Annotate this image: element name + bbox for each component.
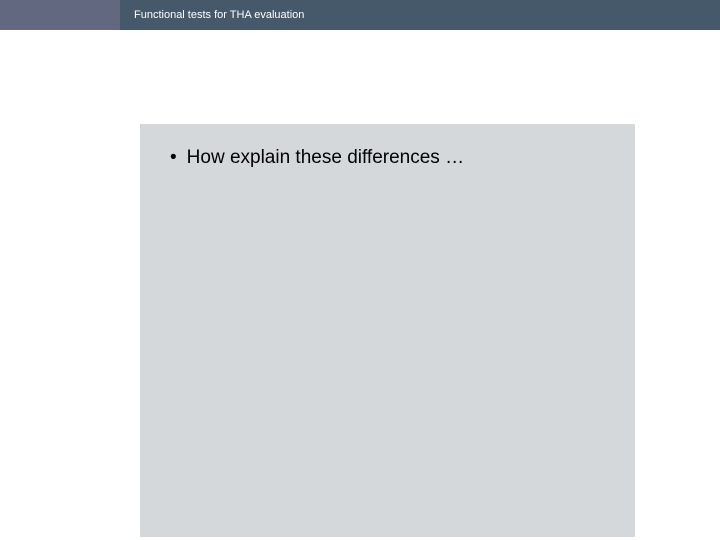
bullet-dot-icon: •	[170, 147, 177, 169]
bullet-item: • How explain these differences …	[170, 147, 615, 169]
header-title-block: Functional tests for THA evaluation	[120, 0, 720, 30]
header-bar: Functional tests for THA evaluation	[0, 0, 720, 30]
bullet-text: How explain these differences …	[187, 147, 464, 169]
header-accent-block	[0, 0, 120, 30]
content-panel: • How explain these differences …	[140, 124, 635, 537]
header-title: Functional tests for THA evaluation	[134, 9, 304, 21]
